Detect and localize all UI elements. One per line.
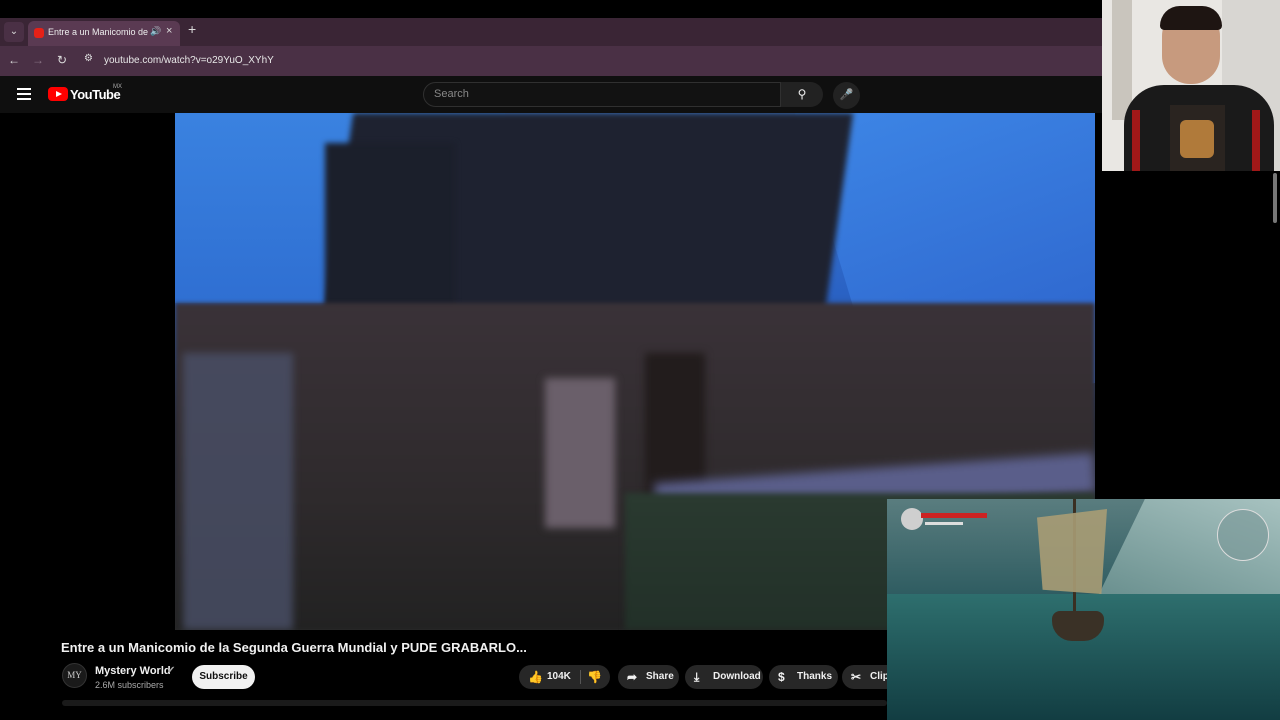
search-box bbox=[423, 82, 781, 107]
scissors-icon: ✂ bbox=[851, 670, 862, 684]
like-count[interactable]: 104K bbox=[547, 665, 571, 689]
like-dislike-group: 👍 104K 👎 bbox=[519, 665, 610, 689]
game-minimap bbox=[1217, 509, 1269, 561]
youtube-header: YouTube MX ⚲ 🎤 bbox=[0, 76, 1102, 113]
youtube-logo-icon[interactable] bbox=[48, 87, 68, 101]
game-capture-overlay bbox=[887, 499, 1280, 720]
youtube-favicon-icon bbox=[34, 28, 44, 38]
voice-search-button[interactable]: 🎤 bbox=[833, 82, 860, 109]
jacket-stripe bbox=[1132, 110, 1140, 171]
site-info-icon[interactable]: ⚙ bbox=[84, 53, 93, 64]
search-input[interactable] bbox=[434, 88, 764, 100]
url-text[interactable]: youtube.com/watch?v=o29YuO_XYhY bbox=[104, 55, 274, 66]
like-divider bbox=[580, 670, 581, 684]
tab-search-dropdown-icon[interactable]: ⌄ bbox=[4, 22, 24, 42]
verified-check-icon: ✔ bbox=[167, 665, 176, 676]
game-medallion-icon bbox=[901, 508, 923, 530]
share-label: Share bbox=[646, 671, 674, 682]
jacket-stripe bbox=[1252, 110, 1260, 171]
reload-icon[interactable]: ↻ bbox=[54, 53, 70, 67]
forward-arrow-icon[interactable]: → bbox=[30, 53, 46, 67]
channel-name[interactable]: Mystery World bbox=[95, 665, 171, 677]
game-boat-hull bbox=[1052, 611, 1104, 641]
search-icon: ⚲ bbox=[797, 87, 807, 101]
menu-icon[interactable] bbox=[17, 88, 31, 100]
streamer-webcam bbox=[1102, 0, 1280, 171]
page-scrollbar[interactable] bbox=[1271, 171, 1280, 226]
tab-close-icon[interactable]: × bbox=[166, 25, 172, 37]
thumbs-down-icon[interactable]: 👎 bbox=[587, 665, 602, 689]
scrollbar-thumb[interactable] bbox=[1273, 173, 1277, 223]
webcam-background-door bbox=[1112, 0, 1132, 120]
subscriber-count: 2.6M subscribers bbox=[95, 680, 164, 690]
share-button[interactable]: ➦ Share bbox=[618, 665, 679, 689]
browser-chrome: ⌄ Entre a un Manicomio de la 🔊 × + ← → ↻… bbox=[0, 0, 1102, 76]
tab-title: Entre a un Manicomio de la bbox=[48, 27, 148, 37]
game-health-bar bbox=[921, 513, 987, 518]
clip-button[interactable]: ✂ Clip bbox=[842, 665, 892, 689]
thanks-button[interactable]: $ Thanks bbox=[769, 665, 838, 689]
channel-avatar[interactable]: MY bbox=[62, 663, 87, 688]
description-bar[interactable] bbox=[62, 700, 887, 706]
back-arrow-icon[interactable]: ← bbox=[6, 53, 22, 67]
thanks-icon: $ bbox=[778, 670, 785, 684]
subscribe-button[interactable]: Subscribe bbox=[192, 665, 255, 689]
browser-tab[interactable]: Entre a un Manicomio de la 🔊 × bbox=[28, 21, 180, 46]
download-icon: ⤓ bbox=[694, 670, 700, 684]
game-stamina-bar bbox=[925, 522, 963, 525]
thumbs-up-icon[interactable]: 👍 bbox=[528, 665, 543, 689]
download-label: Download bbox=[713, 671, 761, 682]
webcam-person-hair bbox=[1160, 6, 1222, 30]
search-button[interactable]: ⚲ bbox=[781, 82, 823, 107]
address-bar: ← → ↻ ⚙ youtube.com/watch?v=o29YuO_XYhY bbox=[0, 46, 1102, 76]
video-frame-door bbox=[545, 378, 615, 528]
thanks-label: Thanks bbox=[797, 671, 833, 682]
speaker-icon[interactable]: 🔊 bbox=[150, 26, 161, 37]
video-title: Entre a un Manicomio de la Segunda Guerr… bbox=[61, 640, 527, 655]
mic-icon: 🎤 bbox=[839, 89, 854, 101]
game-boat-sail bbox=[1037, 509, 1107, 594]
tab-bar: ⌄ Entre a un Manicomio de la 🔊 × + bbox=[0, 18, 1102, 46]
download-button[interactable]: ⤓ Download bbox=[685, 665, 763, 689]
share-arrow-icon: ➦ bbox=[627, 670, 638, 684]
country-code: MX bbox=[113, 84, 122, 90]
shirt-print bbox=[1180, 120, 1214, 158]
new-tab-button[interactable]: + bbox=[188, 21, 196, 37]
video-frame-door bbox=[183, 353, 293, 630]
